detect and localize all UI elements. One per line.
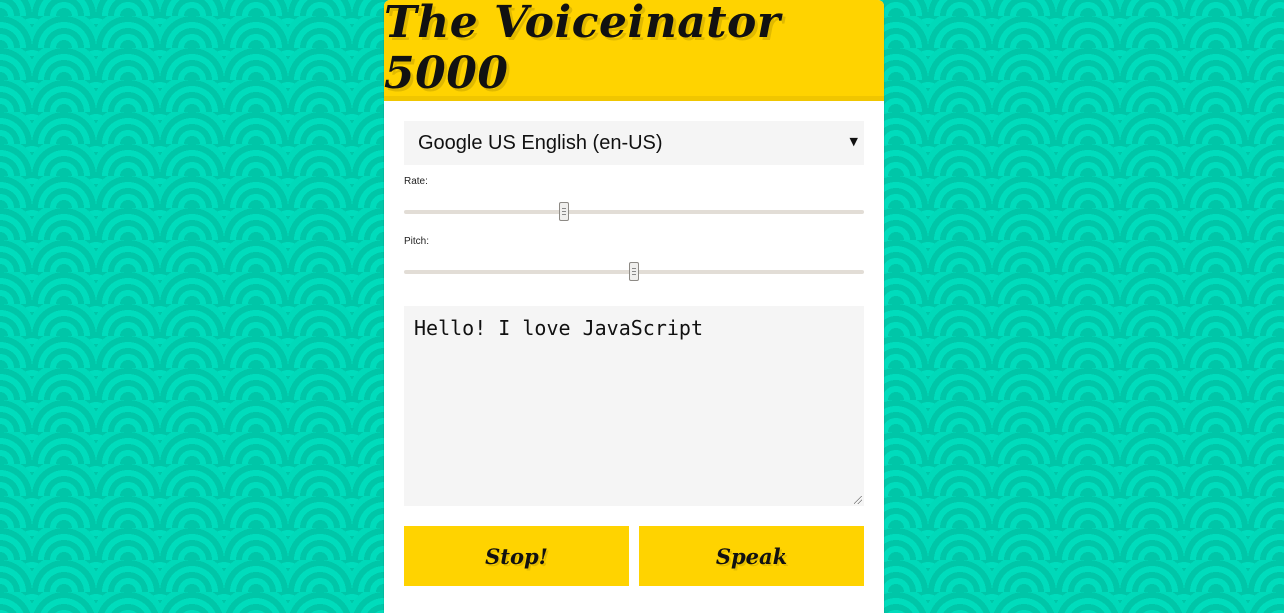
voice-select[interactable]: Google US English (en-US) ▼ (404, 121, 864, 165)
pitch-slider[interactable] (404, 247, 864, 285)
pitch-control: Pitch: (404, 236, 864, 285)
header: The Voiceinator 5000 (384, 0, 884, 101)
rate-slider-track (404, 210, 864, 214)
stop-button[interactable]: Stop! (404, 526, 629, 586)
page-title: The Voiceinator 5000 (384, 0, 781, 99)
speak-button[interactable]: Speak (639, 526, 864, 586)
triangle-down-icon: ▼ (849, 135, 858, 148)
grip-icon (562, 208, 567, 215)
rate-slider-thumb[interactable] (559, 202, 570, 221)
grip-icon (632, 268, 636, 275)
rate-slider[interactable] (404, 187, 864, 225)
action-buttons: Stop! Speak (404, 526, 864, 586)
message-textarea[interactable]: Hello! I love JavaScript (404, 306, 864, 506)
pitch-slider-thumb[interactable] (629, 262, 639, 281)
controls: Google US English (en-US) ▼ Rate: Pitch: (384, 101, 884, 586)
resize-handle-icon[interactable] (854, 496, 862, 504)
voiceinator-panel: The Voiceinator 5000 Google US English (… (384, 0, 884, 613)
message-text: Hello! I love JavaScript (414, 316, 703, 340)
rate-control: Rate: (404, 176, 864, 225)
rate-label: Rate: (404, 176, 428, 187)
voice-select-value: Google US English (en-US) (418, 131, 663, 154)
pitch-label: Pitch: (404, 236, 430, 247)
